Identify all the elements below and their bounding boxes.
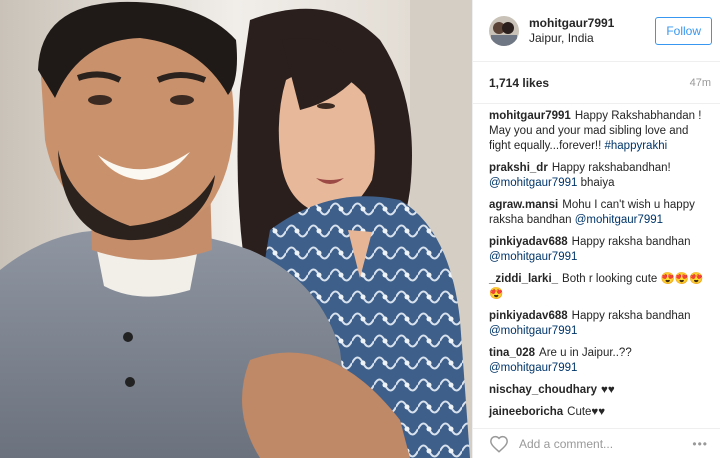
comment-username[interactable]: tina_028 bbox=[489, 347, 535, 359]
comment-username[interactable]: prakshi_dr bbox=[489, 162, 548, 174]
comment-item: pinkiyadav688 Happy raksha bandhan @mohit… bbox=[489, 309, 708, 339]
caption: mohitgaur7991 Happy Rakshabhandan ! May y… bbox=[489, 109, 708, 154]
comment-bar: Add a comment... ••• bbox=[473, 428, 720, 458]
comment-mention[interactable]: @mohitgaur7991 bbox=[489, 362, 577, 374]
post-sidebar: mohitgaur7991 Jaipur, India Follow 1,714… bbox=[472, 0, 720, 458]
location-link[interactable]: Jaipur, India bbox=[529, 31, 655, 46]
comment-item: jaineeboricha Cute♥♥ bbox=[489, 405, 708, 420]
comment-item: agraw.mansi Mohu I can't wish u happy rak… bbox=[489, 198, 708, 228]
comment-mention[interactable]: @mohitgaur7991 bbox=[489, 251, 577, 263]
comment-username[interactable]: pinkiyadav688 bbox=[489, 236, 568, 248]
comment-item: _ziddi_larki_ Both r looking cute 😍😍😍😍 bbox=[489, 272, 708, 302]
comment-mention[interactable]: @mohitgaur7991 bbox=[489, 177, 577, 189]
avatar[interactable] bbox=[489, 15, 519, 46]
comment-mention[interactable]: @mohitgaur7991 bbox=[575, 214, 663, 226]
selfie-image bbox=[0, 0, 472, 458]
comments: prakshi_dr Happy rakshabandhan! @mohitgau… bbox=[489, 161, 708, 428]
caption-hashtag[interactable]: #happyrakhi bbox=[604, 140, 667, 152]
comment-item: prakshi_dr Happy rakshabandhan! @mohitgau… bbox=[489, 161, 708, 191]
comment-item: pinkiyadav688 Happy raksha bandhan @mohit… bbox=[489, 235, 708, 265]
comment-username[interactable]: agraw.mansi bbox=[489, 199, 558, 211]
post-time: 47m bbox=[689, 76, 711, 89]
heart-icon[interactable] bbox=[489, 435, 509, 453]
instagram-post: mohitgaur7991 Jaipur, India Follow 1,714… bbox=[0, 0, 720, 458]
username-link[interactable]: mohitgaur7991 bbox=[529, 16, 655, 31]
comment-text: Happy rakshabandhan! bbox=[551, 162, 671, 174]
comment-item: tina_028 Are u in Jaipur..?? @mohitgaur799… bbox=[489, 346, 708, 376]
comment-item: nischay_choudhary ♥♥ bbox=[489, 383, 708, 398]
comment-text: Are u in Jaipur..?? bbox=[539, 347, 632, 359]
more-dots-icon[interactable]: ••• bbox=[692, 437, 708, 451]
comment-username[interactable]: jaineeboricha bbox=[489, 406, 563, 418]
comment-text: Cute♥♥ bbox=[567, 406, 606, 418]
comment-text: ♥♥ bbox=[601, 384, 615, 396]
comment-text: Happy raksha bandhan bbox=[571, 310, 691, 322]
comment-username[interactable]: nischay_choudhary bbox=[489, 384, 597, 396]
comment-mention[interactable]: @mohitgaur7991 bbox=[489, 325, 577, 337]
comment-list[interactable]: mohitgaur7991 Happy Rakshabhandan ! May y… bbox=[473, 104, 720, 428]
follow-button[interactable]: Follow bbox=[655, 16, 712, 45]
comment-text: Happy raksha bandhan bbox=[571, 236, 691, 248]
add-comment-input[interactable]: Add a comment... bbox=[519, 437, 692, 451]
post-stats: 1,714 likes 47m bbox=[473, 62, 720, 104]
comment-username[interactable]: _ziddi_larki_ bbox=[489, 273, 558, 285]
post-header: mohitgaur7991 Jaipur, India Follow bbox=[473, 0, 720, 62]
caption-username[interactable]: mohitgaur7991 bbox=[489, 110, 571, 122]
user-info: mohitgaur7991 Jaipur, India bbox=[529, 16, 655, 46]
post-photo[interactable] bbox=[0, 0, 472, 458]
comment-text-after: bhaiya bbox=[577, 177, 615, 189]
avatar-image bbox=[489, 15, 519, 46]
comment-username[interactable]: pinkiyadav688 bbox=[489, 310, 568, 322]
likes-count[interactable]: 1,714 likes bbox=[489, 76, 549, 90]
